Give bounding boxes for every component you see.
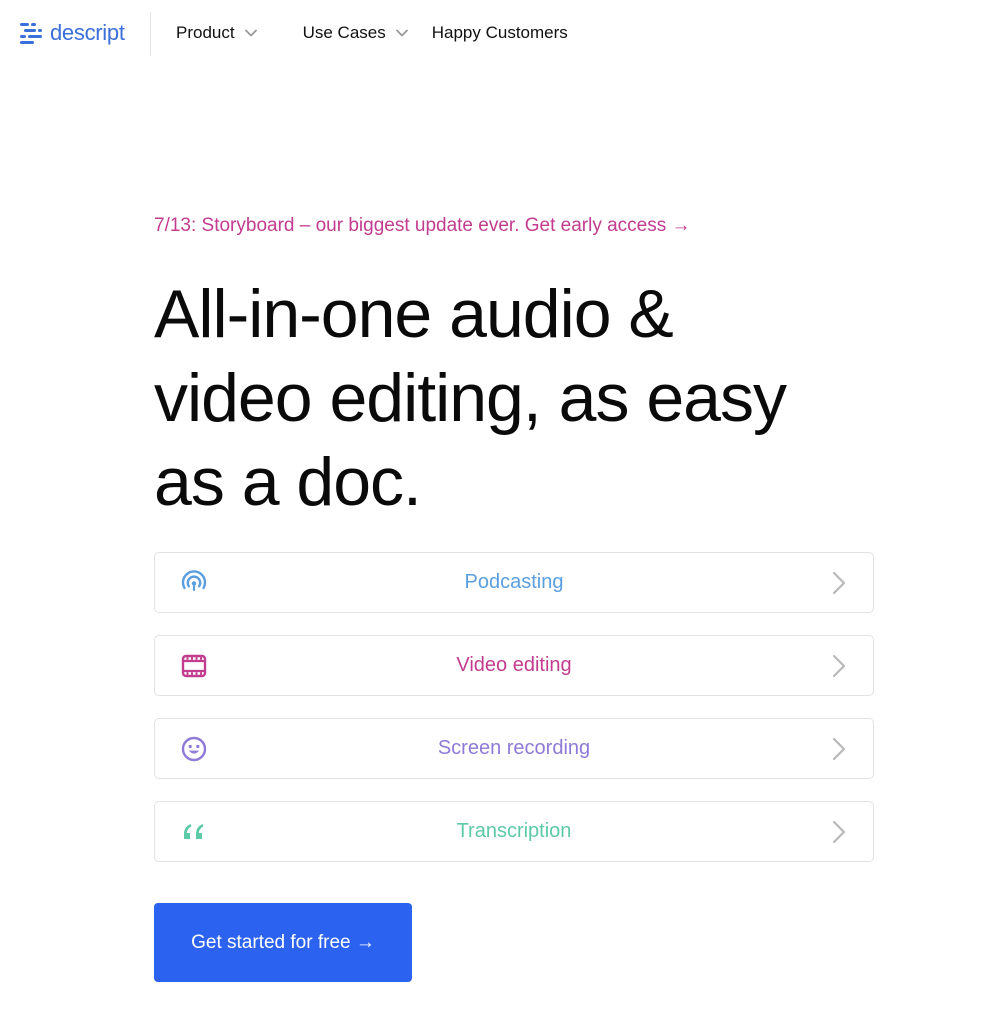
- get-started-button[interactable]: Get started for free →: [154, 903, 412, 982]
- descript-logo-icon: [20, 23, 42, 44]
- nav-item-product[interactable]: Product: [176, 23, 257, 43]
- chevron-right-icon: [832, 654, 846, 678]
- nav-item-happy-customers[interactable]: Happy Customers: [432, 23, 568, 43]
- nav-item-label: Product: [176, 23, 235, 42]
- descript-logo[interactable]: descript: [20, 16, 125, 50]
- nav-item-label: Happy Customers: [431, 23, 568, 42]
- use-case-card-screen-recording[interactable]: Screen recording: [154, 718, 874, 779]
- headline-line: as a doc.: [154, 444, 422, 520]
- use-case-card-podcasting[interactable]: Podcasting: [154, 552, 874, 613]
- hero-headline: All-in-one audio & video editing, as eas…: [154, 272, 934, 524]
- chevron-down-icon: [395, 29, 408, 37]
- use-case-list: Podcasting Video editing Screen recordin…: [154, 552, 874, 884]
- headline-line: All-in-one audio &: [154, 276, 674, 352]
- announcement-link[interactable]: 7/13: Storyboard – our biggest update ev…: [154, 215, 691, 237]
- nav-item-use-cases[interactable]: Use Cases: [303, 23, 408, 43]
- use-case-card-video-editing[interactable]: Video editing: [154, 635, 874, 696]
- nav-item-label: Use Cases: [302, 23, 386, 42]
- logo-wordmark: descript: [50, 20, 125, 45]
- use-case-label: Podcasting: [464, 571, 564, 593]
- header-divider: [150, 12, 151, 56]
- chevron-right-icon: [832, 737, 846, 761]
- headline-line: video editing, as easy: [154, 360, 787, 436]
- use-case-label: Video editing: [456, 654, 572, 676]
- chevron-down-icon: [244, 29, 257, 37]
- main-nav: Product Use Cases Happy Customers: [176, 20, 568, 46]
- use-case-label: Screen recording: [437, 737, 591, 759]
- chevron-right-icon: [832, 820, 846, 844]
- chevron-right-icon: [832, 571, 846, 595]
- site-header: descript Product Use Cases Happy Custome…: [0, 0, 1003, 66]
- use-case-label: Transcription: [456, 820, 572, 842]
- use-case-card-transcription[interactable]: Transcription: [154, 801, 874, 862]
